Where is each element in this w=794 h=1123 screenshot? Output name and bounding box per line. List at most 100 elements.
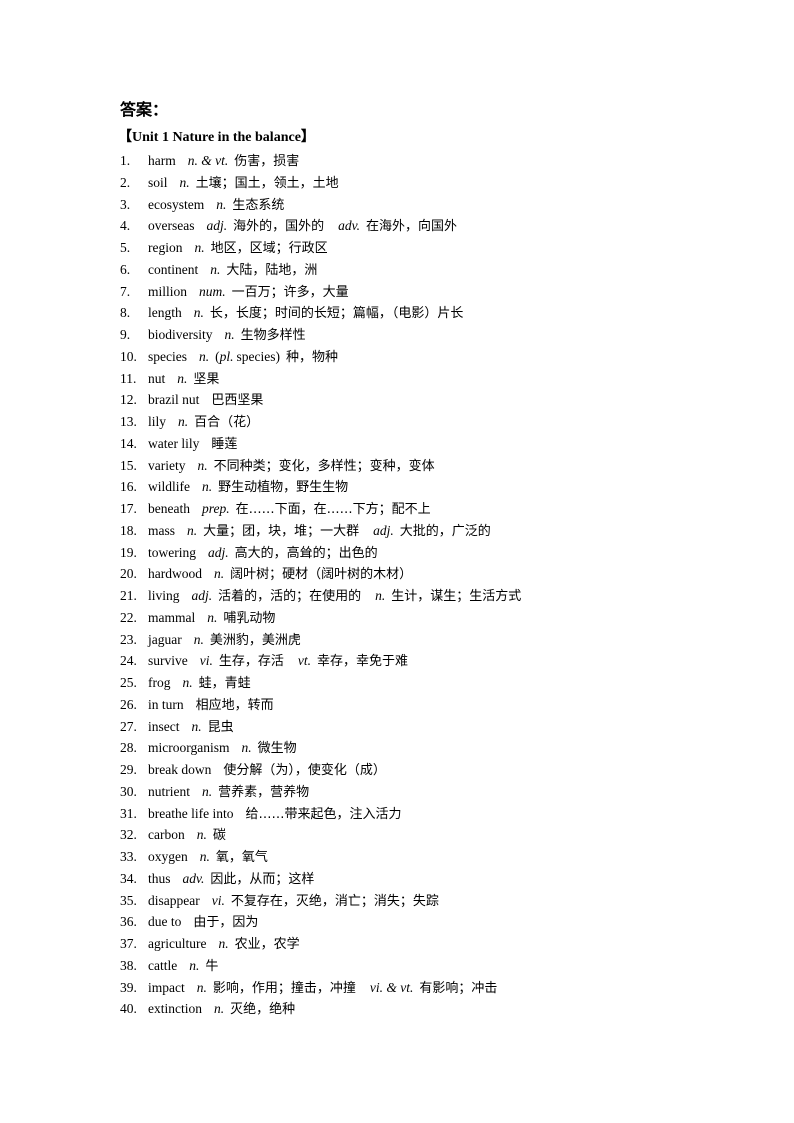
entry-number: 34.	[120, 870, 137, 886]
unit-title: 【Unit 1 Nature in the balance】	[118, 130, 315, 145]
part-of-speech: n.	[196, 827, 207, 843]
part-of-speech: n.	[214, 566, 225, 582]
entry-word: cattle	[148, 957, 178, 973]
entry-number: 8.	[120, 305, 131, 321]
chinese-meaning: 睡莲	[211, 436, 238, 452]
entry-word: brazil nut	[148, 392, 200, 408]
entry-word: nut	[148, 370, 166, 386]
part-of-speech: vt.	[297, 653, 312, 669]
vocab-entry: 27. insect n. 昆虫	[120, 716, 740, 738]
entry-word: jaguar	[148, 631, 182, 647]
part-of-speech: vi.	[211, 892, 225, 908]
entry-word: species	[148, 348, 187, 364]
entry-word: disappear	[148, 892, 200, 908]
vocab-entry: 6. continent n. 大陆，陆地，洲	[120, 259, 740, 281]
part-of-speech: n.	[197, 457, 208, 473]
chinese-meaning: 长，长度；时间的长短；篇幅，（电影）片长	[209, 306, 464, 322]
entry-word: biodiversity	[148, 327, 213, 342]
entry-word: continent	[148, 261, 199, 277]
vocab-entry: 15. variety n. 不同种类；变化，多样性；变种，变体	[120, 455, 740, 477]
paren-open: (	[215, 348, 220, 364]
entry-number: 27.	[120, 718, 137, 734]
entry-word: beneath	[148, 501, 190, 516]
entry-word: lily	[148, 414, 167, 429]
chinese-meaning: 大陆，陆地，洲	[226, 262, 318, 278]
vocab-entry: 25. frog n. 蛙，青蛙	[120, 672, 740, 694]
vocab-entry: 3. ecosystem n. 生态系统	[120, 194, 740, 216]
chinese-meaning: 灭绝，绝种	[230, 1002, 296, 1018]
entry-word: microorganism	[148, 740, 230, 756]
entry-word: soil	[148, 174, 168, 190]
vocab-entry: 29. break down 使分解（为），使变化（成）	[120, 759, 740, 781]
entry-word: agriculture	[148, 936, 207, 951]
part-of-speech: vi. & vt.	[369, 979, 414, 995]
part-of-speech: n. & vt.	[187, 153, 229, 168]
chinese-meaning: 因此，从而；这样	[210, 871, 315, 887]
chinese-meaning: 相应地，转而	[195, 697, 274, 713]
part-of-speech: adj.	[208, 544, 229, 560]
plural-form: species	[236, 348, 276, 364]
vocab-entry: 12. brazil nut 巴西坚果	[120, 389, 740, 411]
vocab-entry: 20. hardwood n. 阔叶树；硬材（阔叶树的木材）	[120, 563, 740, 585]
part-of-speech: n.	[202, 783, 213, 799]
part-of-speech: num.	[199, 283, 226, 299]
entry-number: 26.	[120, 696, 137, 712]
entry-number: 32.	[120, 827, 137, 843]
entry-number: 38.	[120, 957, 137, 973]
chinese-meaning: 活着的，活的；在使用的	[218, 589, 362, 604]
entry-word: mass	[148, 522, 175, 538]
entry-number: 23.	[120, 631, 137, 647]
vocab-entry: 11. nut n. 坚果	[120, 368, 740, 390]
vocab-entry: 1. harm n. & vt. 伤害，损害	[120, 150, 740, 172]
vocab-entry: 13. lily n. 百合（花）	[120, 411, 740, 433]
part-of-speech: prep.	[201, 501, 230, 516]
entry-word: insect	[148, 718, 180, 734]
chinese-meaning: 影响，作用；撞击，冲撞	[212, 980, 356, 996]
entry-number: 2.	[120, 174, 131, 190]
part-of-speech: n.	[207, 609, 218, 625]
chinese-meaning: 在……下面，在……下方；配不上	[235, 502, 431, 517]
plural-label: pl.	[219, 348, 234, 364]
entry-number: 16.	[120, 479, 137, 495]
chinese-meaning: 伤害，损害	[234, 154, 300, 169]
vocab-entry: 30. nutrient n. 营养素，营养物	[120, 781, 740, 803]
part-of-speech: vi.	[199, 653, 213, 669]
entry-number: 11.	[120, 370, 137, 386]
entry-number: 25.	[120, 675, 137, 690]
chinese-meaning: 生物多样性	[240, 328, 306, 343]
paren-close: )	[275, 348, 280, 364]
chinese-meaning: 生计，谋生；生活方式	[391, 589, 522, 604]
chinese-meaning: 营养素，营养物	[218, 784, 310, 800]
part-of-speech: n.	[198, 348, 210, 364]
vocab-entry: 24. survive vi. 生存，存活 vt. 幸存，幸免于难	[120, 650, 740, 672]
document-page: 答案： 【Unit 1 Nature in the balance】 1. har…	[0, 0, 794, 1123]
part-of-speech: n.	[218, 936, 229, 951]
vocab-entry: 32. carbon n. 碳	[120, 824, 740, 846]
part-of-speech: n.	[178, 414, 189, 429]
answers-heading: 答案：	[120, 100, 169, 119]
part-of-speech: n.	[193, 631, 204, 647]
entry-word: region	[148, 240, 183, 255]
entry-word: ecosystem	[148, 196, 205, 212]
vocab-entry: 18. mass n. 大量；团，块，堆；一大群 adj. 大批的，广泛的	[120, 520, 740, 542]
entry-number: 15.	[120, 457, 137, 473]
entry-word: impact	[148, 979, 185, 995]
entry-number: 31.	[120, 805, 137, 821]
part-of-speech: n.	[187, 522, 198, 538]
vocab-entry: 28. microorganism n. 微生物	[120, 737, 740, 759]
entry-number: 19.	[120, 544, 137, 560]
vocab-entry: 23. jaguar n. 美洲豹，美洲虎	[120, 629, 740, 651]
entry-number: 3.	[120, 196, 131, 212]
part-of-speech: n.	[191, 718, 202, 734]
vocab-entry: 19. towering adj. 高大的，高耸的；出色的	[120, 542, 740, 564]
entry-word: living	[148, 588, 180, 603]
chinese-meaning: 地区，区域；行政区	[210, 241, 328, 256]
chinese-meaning: 碳	[212, 828, 226, 844]
part-of-speech: n.	[199, 849, 210, 864]
entry-number: 5.	[120, 240, 131, 255]
chinese-meaning: 昆虫	[207, 719, 234, 735]
entry-word: length	[148, 305, 182, 321]
chinese-meaning: 野生动植物，野生生物	[218, 480, 349, 496]
part-of-speech: n.	[177, 370, 188, 386]
entry-number: 1.	[120, 153, 131, 168]
